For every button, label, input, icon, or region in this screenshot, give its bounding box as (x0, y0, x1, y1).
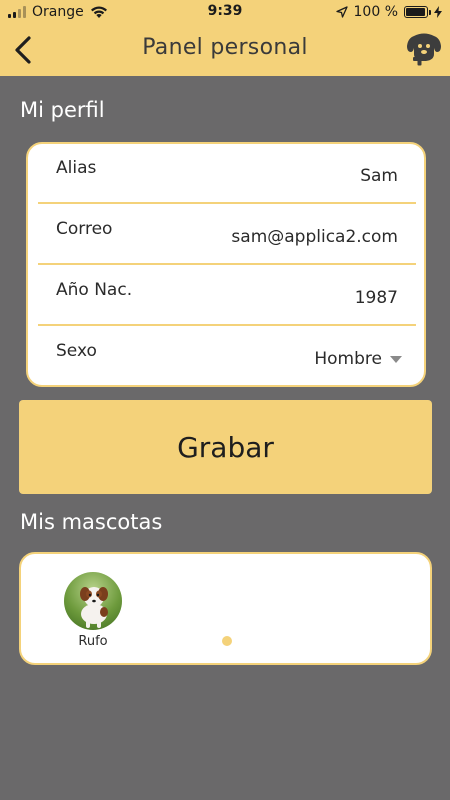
caret-down-icon (390, 355, 402, 363)
pets-section-title: Mis mascotas (20, 510, 163, 534)
pet-item[interactable]: Rufo (61, 572, 125, 649)
email-row: Correo (38, 205, 416, 265)
alias-label: Alias (56, 158, 97, 178)
status-right: 100 % (335, 4, 442, 20)
birth-year-field[interactable] (148, 288, 398, 308)
page-title: Panel personal (142, 35, 308, 60)
birth-year-row: Año Nac. (38, 266, 416, 326)
page-indicator-dot[interactable] (222, 636, 232, 646)
alias-field[interactable] (148, 166, 398, 186)
profile-section-title: Mi perfil (20, 98, 105, 122)
alias-row: Alias (38, 144, 416, 204)
save-button[interactable]: Grabar (19, 400, 432, 494)
charging-bolt-icon (434, 6, 442, 18)
battery-icon (404, 6, 431, 18)
add-pet-button[interactable] (404, 30, 444, 70)
nav-bar: Panel personal (0, 24, 450, 76)
birth-year-label: Año Nac. (56, 280, 133, 300)
pet-name: Rufo (78, 634, 108, 649)
app-header: Orange 9:39 100 % Panel personal (0, 0, 450, 76)
add-pet-icon (407, 33, 441, 66)
pets-card: Rufo (19, 552, 432, 665)
email-label: Correo (56, 219, 113, 239)
battery-percent: 100 % (353, 4, 398, 20)
location-arrow-icon (335, 6, 348, 18)
sex-select[interactable]: Hombre (314, 349, 402, 369)
sex-label: Sexo (56, 341, 97, 361)
sex-row: Sexo Hombre (38, 327, 416, 387)
status-bar: Orange 9:39 100 % (0, 0, 450, 24)
profile-card: Alias Correo Año Nac. Sexo Hombre (26, 142, 426, 387)
puppy-image (80, 587, 108, 628)
email-field[interactable] (148, 227, 398, 247)
sex-select-value: Hombre (314, 349, 382, 369)
pet-avatar (64, 572, 122, 630)
